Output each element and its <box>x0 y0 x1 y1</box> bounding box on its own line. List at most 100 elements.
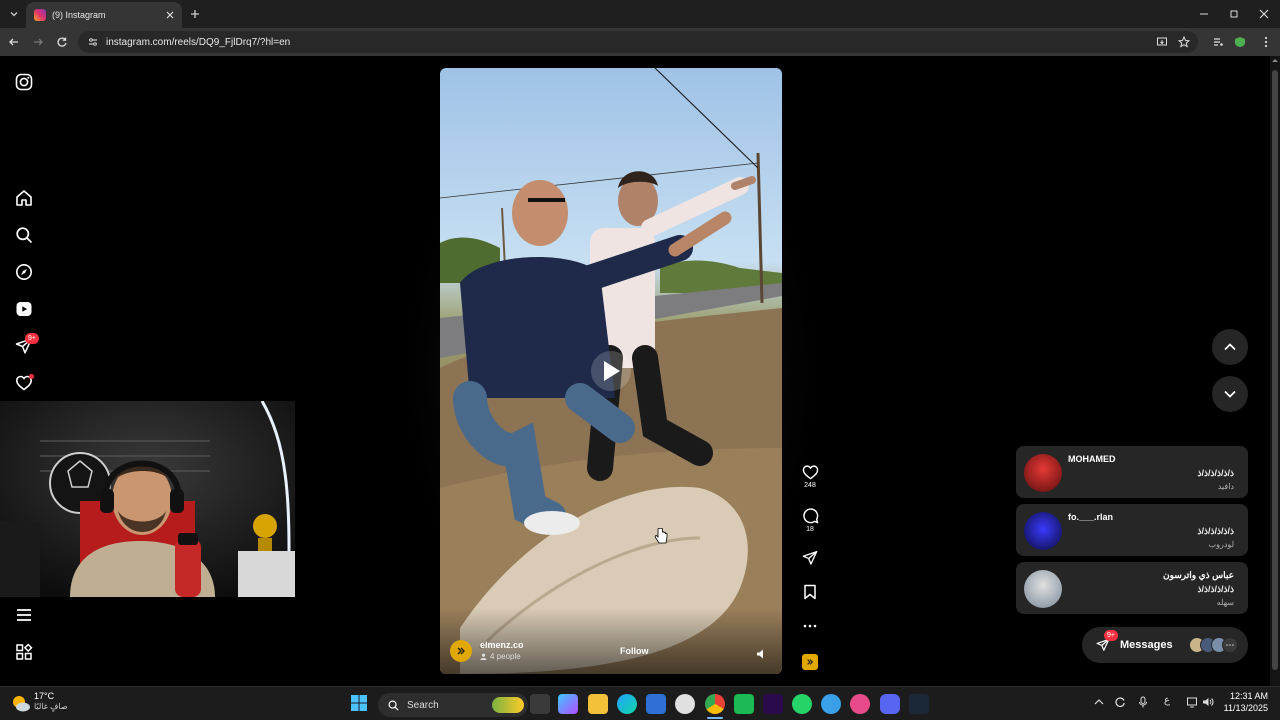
volume-icon[interactable] <box>1202 696 1214 708</box>
sync-icon[interactable] <box>1114 696 1126 708</box>
follow-button[interactable]: Follow <box>620 646 649 656</box>
previous-reel-button[interactable] <box>1212 329 1248 365</box>
comment-count: 18 <box>806 526 814 533</box>
bookmark-star-icon[interactable] <box>1174 32 1194 52</box>
windows-start-icon[interactable] <box>350 694 370 714</box>
premiere-pro-icon[interactable] <box>763 694 783 714</box>
messages-count-badge: 9+ <box>1104 630 1118 641</box>
direct-messages-icon[interactable]: 9+ <box>12 333 39 358</box>
taskbar-clock-date[interactable]: 11/13/2025 <box>1218 703 1268 713</box>
back-button[interactable] <box>4 32 24 52</box>
notifications-heart-icon[interactable] <box>12 371 36 395</box>
audio-thumbnail[interactable] <box>802 654 818 670</box>
telegram-icon[interactable] <box>821 694 841 714</box>
message-preview-card[interactable]: MOHAMED ذ/ذ/ذ/ذ/ذ/ذ دافيد <box>1016 446 1248 498</box>
also-from-meta-icon[interactable] <box>12 640 36 664</box>
home-icon[interactable] <box>12 186 36 210</box>
reload-button[interactable] <box>52 32 72 52</box>
close-window-button[interactable] <box>1254 4 1274 24</box>
more-options-action[interactable] <box>798 624 822 628</box>
steam-icon[interactable] <box>909 694 929 714</box>
like-action[interactable]: 248 <box>798 464 822 489</box>
whatsapp-icon[interactable] <box>792 694 812 714</box>
active-app-indicator <box>707 717 723 719</box>
like-count: 248 <box>804 482 816 489</box>
reel-author-avatar[interactable] <box>450 640 472 662</box>
input-language-indicator[interactable]: ع <box>1164 695 1170 706</box>
media-controls-icon[interactable] <box>1208 32 1228 52</box>
microphone-icon[interactable] <box>1138 696 1148 708</box>
share-send-icon[interactable] <box>802 550 818 566</box>
reel-collab-line[interactable]: 4 people <box>480 652 521 661</box>
alien-app-icon[interactable] <box>675 694 695 714</box>
comment-action[interactable]: 18 <box>798 507 822 533</box>
restore-window-button[interactable] <box>1224 4 1244 24</box>
streamer-webcam-overlay <box>0 401 295 597</box>
address-bar[interactable]: instagram.com/reels/DQ9_FjlDrq7/?hl=en <box>78 31 1198 53</box>
discord-icon[interactable] <box>880 694 900 714</box>
extension-icon[interactable] <box>1230 32 1250 52</box>
reel-video[interactable]: elmenz.co 4 people Follow <box>440 68 782 674</box>
game-app-icon[interactable] <box>734 694 754 714</box>
message-preview-text: ذ/ذ/ذ/ذ/ذ/ذ <box>1197 584 1234 594</box>
close-tab-icon[interactable] <box>166 11 174 19</box>
tab-title: (9) Instagram <box>52 10 106 20</box>
avatar <box>1024 512 1062 550</box>
copilot-icon[interactable] <box>558 694 578 714</box>
reel-author-username[interactable]: elmenz.co <box>480 640 524 650</box>
new-tab-button[interactable] <box>186 5 204 23</box>
search-icon[interactable] <box>12 223 36 247</box>
browser-menu-icon[interactable] <box>1256 32 1276 52</box>
bookmark-icon[interactable] <box>803 584 817 600</box>
site-info-icon[interactable] <box>88 37 98 47</box>
message-sub-text: دافيد <box>1217 482 1234 491</box>
messages-avatar-stack <box>1188 637 1238 653</box>
message-preview-text: ذ/ذ/ذ/ذ/ذ/ذ <box>1197 468 1234 478</box>
message-preview-card[interactable]: fo.___.rlan ذ/ذ/ذ/ذ/ذ/ذ لودروب <box>1016 504 1248 556</box>
collab-count: 4 people <box>490 652 521 661</box>
browser-tab-strip: (9) Instagram <box>0 0 1280 28</box>
taskbar-clock-time[interactable]: 12:31 AM <box>1222 691 1268 701</box>
messages-button[interactable]: 9+ Messages <box>1082 627 1248 663</box>
message-preview-card[interactable]: عباس ذي واترسون ذ/ذ/ذ/ذ/ذ/ذ سهله <box>1016 562 1248 614</box>
reels-icon[interactable] <box>12 297 36 321</box>
browser-toolbar: instagram.com/reels/DQ9_FjlDrq7/?hl=en <box>0 28 1280 56</box>
messages-label: Messages <box>1120 639 1173 651</box>
scrollbar-thumb[interactable] <box>1272 70 1278 670</box>
music-app-icon[interactable] <box>850 694 870 714</box>
page-scrollbar[interactable] <box>1270 56 1280 686</box>
hand-cursor-icon <box>654 528 668 544</box>
message-sub-text: سهله <box>1216 598 1234 607</box>
task-view-icon[interactable] <box>530 694 550 714</box>
chrome-browser-icon[interactable] <box>705 694 725 714</box>
taskbar-search-box[interactable]: Search <box>378 693 528 717</box>
message-sub-text: لودروب <box>1208 540 1234 549</box>
more-menu-icon[interactable] <box>12 603 36 627</box>
file-explorer-icon[interactable] <box>588 694 608 714</box>
weather-description[interactable]: صافٍ غالبًا <box>34 702 68 711</box>
forward-button[interactable] <box>28 32 48 52</box>
explore-compass-icon[interactable] <box>12 260 36 284</box>
mute-icon[interactable] <box>756 648 768 660</box>
edge-browser-icon[interactable] <box>617 694 637 714</box>
network-icon[interactable] <box>1186 696 1198 708</box>
comment-icon[interactable] <box>802 507 819 524</box>
more-avatars-icon <box>1221 637 1238 653</box>
save-action[interactable] <box>798 584 822 600</box>
microsoft-store-icon[interactable] <box>646 694 666 714</box>
share-action[interactable] <box>798 550 822 566</box>
like-heart-icon[interactable] <box>802 464 819 480</box>
weather-icon[interactable] <box>10 693 32 715</box>
notification-dot <box>29 374 34 379</box>
install-app-icon[interactable] <box>1152 32 1172 52</box>
minimize-window-button[interactable] <box>1194 4 1214 24</box>
avatar <box>1024 570 1062 608</box>
weather-temperature[interactable]: 17°C <box>34 691 54 701</box>
next-reel-button[interactable] <box>1212 376 1248 412</box>
hidden-icons-chevron-icon[interactable] <box>1094 698 1104 706</box>
search-highlight-icon <box>492 697 524 713</box>
instagram-logo-icon[interactable] <box>12 70 36 94</box>
tab-search-icon[interactable] <box>4 4 24 24</box>
more-dots-icon[interactable] <box>803 624 817 628</box>
browser-tab-instagram[interactable]: (9) Instagram <box>26 2 182 28</box>
